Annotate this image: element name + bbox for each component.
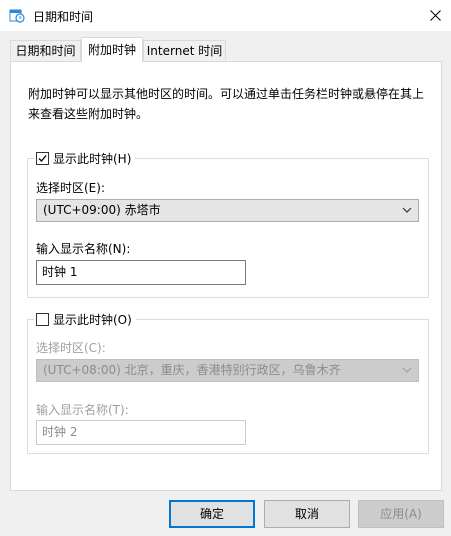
clock1-timezone-value: (UTC+09:00) 赤塔市: [43, 203, 161, 217]
clock2-timezone-label: 选择时区(C):: [36, 341, 106, 355]
close-button[interactable]: [419, 0, 451, 30]
chevron-down-icon: [402, 367, 412, 373]
clock1-name-input[interactable]: 时钟 1: [36, 260, 246, 285]
title-bar: 日期和时间: [0, 0, 451, 31]
tab-panel: 附加时钟可以显示其他时区的时间。可以通过单击任务栏时钟或悬停在其上来查看这些附加…: [10, 61, 442, 491]
clock2-checkbox[interactable]: [36, 313, 49, 326]
tab-internet-time[interactable]: Internet 时间: [143, 40, 226, 60]
clock2-name-label: 输入显示名称(T):: [36, 403, 129, 417]
clock2-checkbox-row[interactable]: 显示此时钟(O): [34, 311, 136, 328]
window-title: 日期和时间: [33, 10, 94, 24]
clock1-checkbox-label: 显示此时钟(H): [53, 152, 132, 166]
cancel-button[interactable]: 取消: [264, 500, 350, 528]
clock1-timezone-select[interactable]: (UTC+09:00) 赤塔市: [36, 199, 419, 222]
clock1-group: 显示此时钟(H) 选择时区(E): (UTC+09:00) 赤塔市 输入显示名称…: [27, 150, 429, 298]
clock2-group: 显示此时钟(O) 选择时区(C): (UTC+08:00) 北京，重庆，香港特别…: [27, 311, 429, 454]
description-text: 附加时钟可以显示其他时区的时间。可以通过单击任务栏时钟或悬停在其上来查看这些附加…: [28, 87, 425, 121]
close-icon: [429, 9, 441, 21]
tab-additional-clocks[interactable]: 附加时钟: [81, 37, 143, 62]
tab-date-time[interactable]: 日期和时间: [10, 40, 81, 60]
clock1-checkbox[interactable]: [36, 152, 49, 165]
chevron-down-icon: [402, 207, 412, 213]
apply-button[interactable]: 应用(A): [358, 500, 444, 528]
checkmark-icon: [38, 155, 47, 162]
clock1-checkbox-row[interactable]: 显示此时钟(H): [34, 150, 136, 167]
clock2-timezone-select[interactable]: (UTC+08:00) 北京，重庆，香港特别行政区，乌鲁木齐: [36, 359, 419, 382]
clock2-name-input[interactable]: 时钟 2: [36, 420, 246, 445]
clock1-name-label: 输入显示名称(N):: [36, 242, 131, 256]
ok-button[interactable]: 确定: [169, 500, 255, 528]
clock2-checkbox-label: 显示此时钟(O): [53, 313, 132, 327]
clock2-timezone-value: (UTC+08:00) 北京，重庆，香港特别行政区，乌鲁木齐: [43, 363, 341, 377]
clock1-timezone-label: 选择时区(E):: [36, 181, 105, 195]
clock-calendar-icon: [9, 9, 25, 23]
